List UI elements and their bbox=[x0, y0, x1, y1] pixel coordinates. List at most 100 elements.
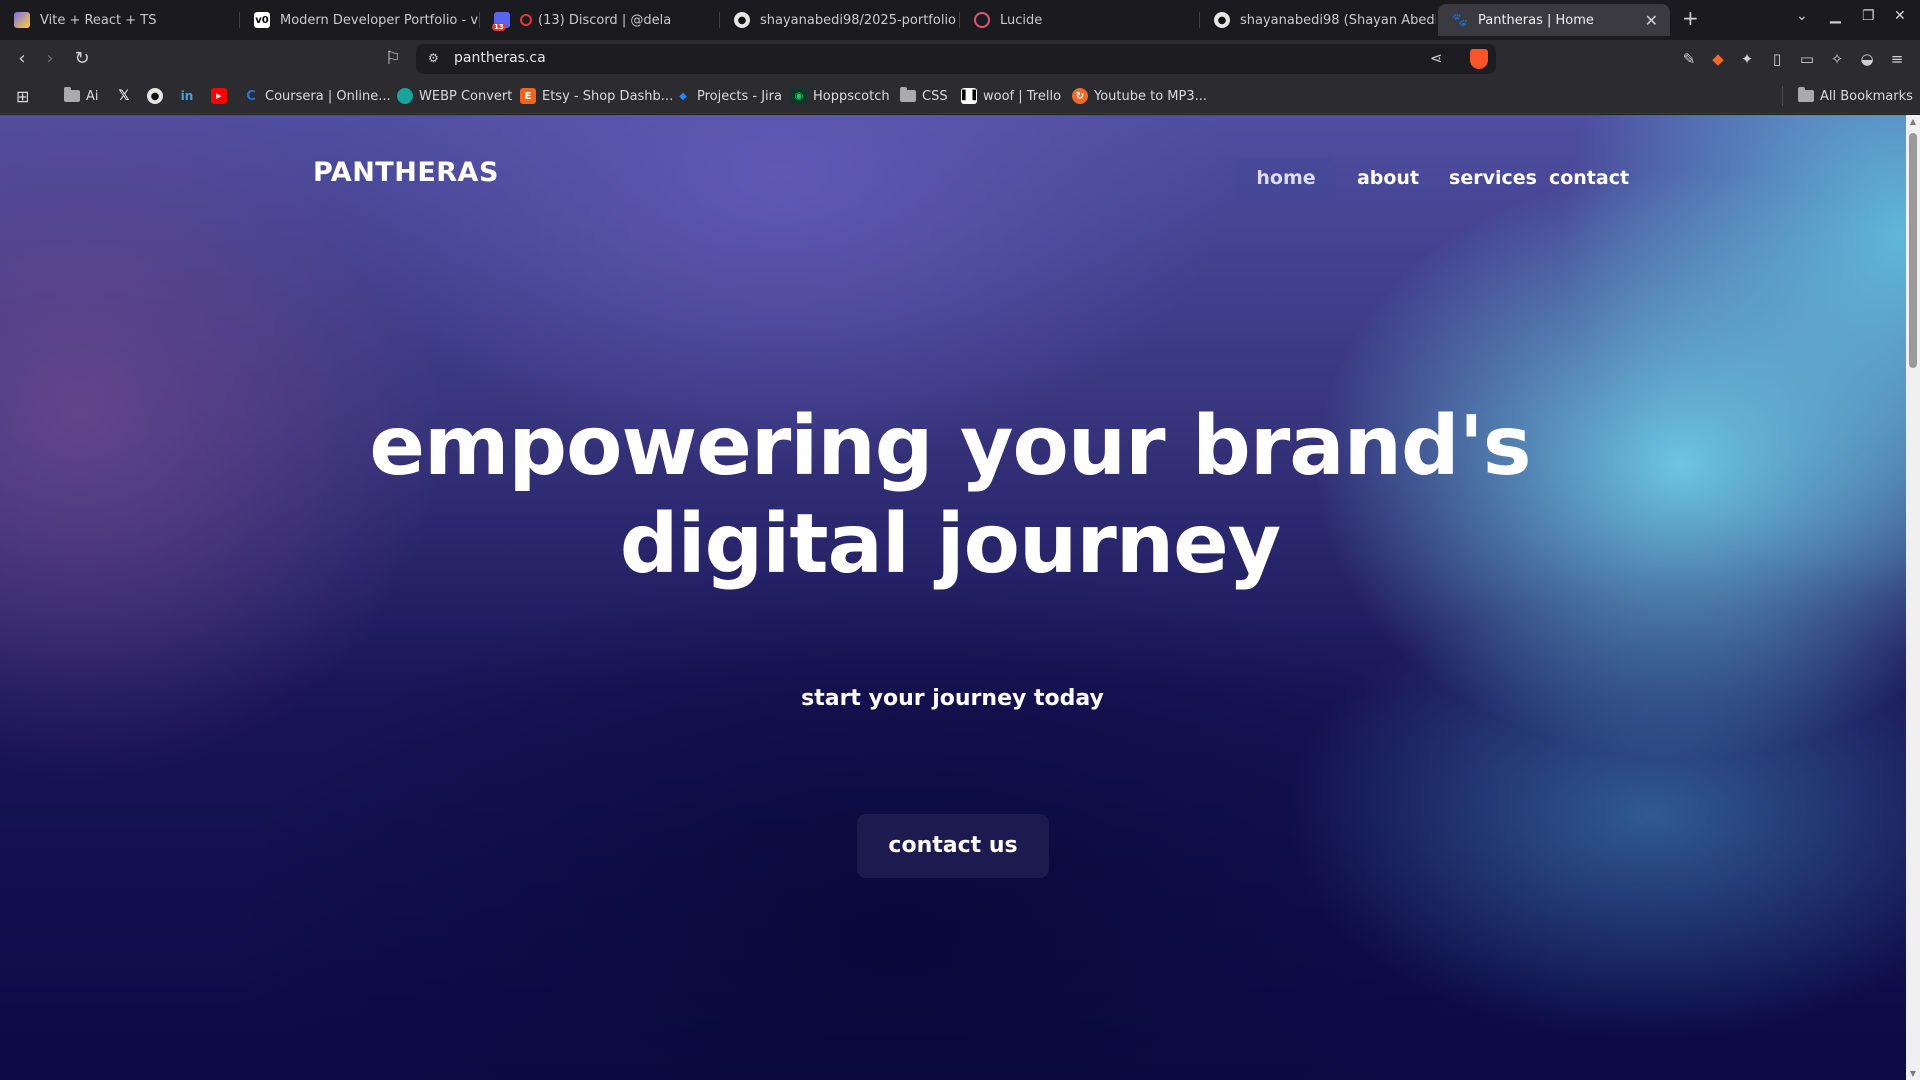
github-icon: ● bbox=[734, 12, 750, 28]
jira-icon: ◆ bbox=[679, 90, 687, 102]
minimize-icon[interactable]: ▁ bbox=[1830, 8, 1841, 24]
forward-icon[interactable]: › bbox=[40, 49, 60, 69]
tab-v0[interactable]: v0 Modern Developer Portfolio - v0 bbox=[240, 4, 480, 36]
panther-icon: 🐾 bbox=[1451, 12, 1469, 28]
tab-lucide[interactable]: Lucide bbox=[960, 4, 1200, 36]
github-icon: ● bbox=[1214, 12, 1230, 28]
vite-icon bbox=[14, 12, 30, 28]
tab-title: Pantheras | Home bbox=[1478, 12, 1594, 28]
wallet-icon[interactable]: ▭ bbox=[1797, 49, 1817, 69]
tab-title: (13) Discord | @dela bbox=[538, 12, 672, 28]
new-tab-button[interactable]: + bbox=[1682, 6, 1699, 30]
hero-headline: empowering your brand's digital journey bbox=[300, 398, 1600, 594]
bookmark-linkedin[interactable]: in bbox=[179, 87, 201, 105]
close-window-icon[interactable]: ✕ bbox=[1894, 8, 1906, 24]
eyedropper-icon[interactable]: ✎ bbox=[1679, 49, 1699, 69]
bookmark-youtube[interactable]: ▶ bbox=[211, 87, 233, 105]
tab-discord[interactable]: 13 (13) Discord | @dela bbox=[480, 4, 720, 36]
youtube-icon: ▶ bbox=[211, 88, 227, 104]
lucide-icon bbox=[974, 12, 990, 28]
bookmark-label: Projects - Jira bbox=[697, 88, 782, 104]
nav-contact[interactable]: contact bbox=[1544, 158, 1634, 198]
trello-icon: ▌▐ bbox=[961, 88, 977, 104]
tab-title: shayanabedi98/2025-portfolio bbox=[760, 12, 957, 28]
bookmark-label: Coursera | Online... bbox=[265, 88, 391, 104]
bookmark-hoppscotch[interactable]: ◉ Hoppscotch bbox=[791, 87, 890, 105]
converter-icon: ↻ bbox=[1072, 88, 1088, 104]
bookmark-jira[interactable]: ◆ Projects - Jira bbox=[675, 87, 782, 105]
tab-title: Vite + React + TS bbox=[40, 12, 157, 28]
v0-icon: v0 bbox=[254, 12, 270, 28]
bookmarks-bar: ⊞ Ai 𝕏 ● in ▶ C Coursera | Online... WEB… bbox=[0, 78, 1920, 114]
notification-badge: 13 bbox=[492, 23, 506, 31]
scroll-down-icon[interactable]: ▼ bbox=[1909, 1069, 1917, 1078]
nav-services[interactable]: services bbox=[1442, 158, 1544, 198]
contact-us-button[interactable]: contact us bbox=[857, 814, 1049, 878]
vpn-icon[interactable]: ◒ bbox=[1857, 49, 1877, 69]
menu-icon[interactable]: ≡ bbox=[1887, 49, 1907, 69]
tab-vite[interactable]: Vite + React + TS bbox=[0, 4, 240, 36]
close-tab-icon[interactable]: ✕ bbox=[1645, 11, 1658, 30]
url-text[interactable]: pantheras.ca bbox=[454, 50, 546, 66]
tab-title: shayanabedi98 (Shayan Abedi) bbox=[1240, 12, 1436, 28]
site-info-icon[interactable]: ⚙ bbox=[428, 51, 439, 65]
hoppscotch-icon: ◉ bbox=[791, 88, 807, 104]
sidebar-icon[interactable]: ▯ bbox=[1767, 49, 1787, 69]
bookmark-trello[interactable]: ▌▐ woof | Trello bbox=[961, 87, 1061, 105]
page-viewport: PANTHERAS home about services contact em… bbox=[0, 115, 1906, 1080]
folder-icon bbox=[64, 87, 80, 102]
extensions-icon[interactable]: ✦ bbox=[1737, 49, 1757, 69]
tab-pantheras[interactable]: 🐾 Pantheras | Home ✕ bbox=[1438, 4, 1670, 36]
restore-icon[interactable]: ❐ bbox=[1862, 8, 1875, 24]
site-logo[interactable]: PANTHERAS bbox=[313, 157, 499, 188]
bookmark-etsy[interactable]: E Etsy - Shop Dashb... bbox=[520, 87, 673, 105]
nav-about[interactable]: about bbox=[1344, 158, 1432, 198]
back-icon[interactable]: ‹ bbox=[12, 49, 32, 69]
bookmarks-divider bbox=[1782, 86, 1783, 106]
hero-subheadline: start your journey today bbox=[801, 686, 1104, 711]
discord-icon: 13 bbox=[492, 12, 510, 31]
tab-github-profile[interactable]: ● shayanabedi98 (Shayan Abedi) bbox=[1200, 4, 1436, 36]
x-icon: 𝕏 bbox=[118, 88, 130, 104]
linkedin-icon: in bbox=[180, 89, 194, 103]
share-icon[interactable]: ⋖ bbox=[1430, 49, 1443, 67]
bookmark-folder-ai[interactable]: Ai bbox=[64, 87, 99, 105]
bookmark-label: CSS bbox=[922, 88, 948, 104]
coursera-icon: C bbox=[246, 88, 256, 104]
extension-fox-icon[interactable]: ◆ bbox=[1708, 49, 1728, 69]
bookmark-page-icon[interactable]: ⚐ bbox=[383, 49, 403, 69]
bookmark-label: All Bookmarks bbox=[1820, 88, 1913, 104]
browser-toolbar: ‹ › ↻ ⚐ ⚙ pantheras.ca ⋖ ✎ ◆ ✦ ▯ ▭ ✧ ◒ ≡ bbox=[0, 40, 1920, 78]
bookmark-webp[interactable]: WEBP Convert bbox=[397, 87, 512, 105]
bookmark-label: Hoppscotch bbox=[813, 88, 890, 104]
etsy-icon: E bbox=[520, 88, 536, 104]
bookmark-label: Etsy - Shop Dashb... bbox=[542, 88, 674, 104]
recording-icon bbox=[520, 14, 532, 26]
folder-icon bbox=[1798, 87, 1814, 102]
apps-grid-icon[interactable]: ⊞ bbox=[16, 87, 29, 106]
hero-headline-line1: empowering your brand's bbox=[369, 399, 1531, 494]
tab-title: Modern Developer Portfolio - v0 bbox=[280, 12, 480, 28]
bookmark-label: woof | Trello bbox=[983, 88, 1062, 104]
github-icon: ● bbox=[147, 88, 163, 104]
bookmark-folder-css[interactable]: CSS bbox=[900, 87, 948, 105]
brave-shields-icon[interactable] bbox=[1470, 49, 1488, 69]
reload-icon[interactable]: ↻ bbox=[72, 49, 92, 69]
main-nav: home about services contact bbox=[1236, 158, 1629, 198]
tab-title: Lucide bbox=[1000, 12, 1043, 28]
bookmark-coursera[interactable]: C Coursera | Online... bbox=[243, 87, 391, 105]
folder-icon bbox=[900, 87, 916, 102]
bookmark-github[interactable]: ● bbox=[147, 87, 169, 105]
all-bookmarks[interactable]: All Bookmarks bbox=[1798, 87, 1913, 105]
nav-home[interactable]: home bbox=[1236, 158, 1336, 198]
leo-ai-icon[interactable]: ✧ bbox=[1827, 49, 1847, 69]
bookmark-yt-mp3[interactable]: ↻ Youtube to MP3... bbox=[1072, 87, 1207, 105]
scroll-up-icon[interactable]: ▲ bbox=[1909, 117, 1917, 126]
address-bar[interactable]: ⚙ pantheras.ca ⋖ bbox=[416, 44, 1496, 74]
page-scrollbar[interactable]: ▲ ▼ bbox=[1906, 115, 1920, 1080]
bookmark-x[interactable]: 𝕏 bbox=[116, 87, 138, 105]
scrollbar-thumb[interactable] bbox=[1909, 133, 1917, 368]
tab-strip: Vite + React + TS v0 Modern Developer Po… bbox=[0, 0, 1920, 40]
tab-list-chevron-icon[interactable]: ⌄ bbox=[1796, 8, 1808, 24]
tab-github-portfolio[interactable]: ● shayanabedi98/2025-portfolio bbox=[720, 4, 960, 36]
